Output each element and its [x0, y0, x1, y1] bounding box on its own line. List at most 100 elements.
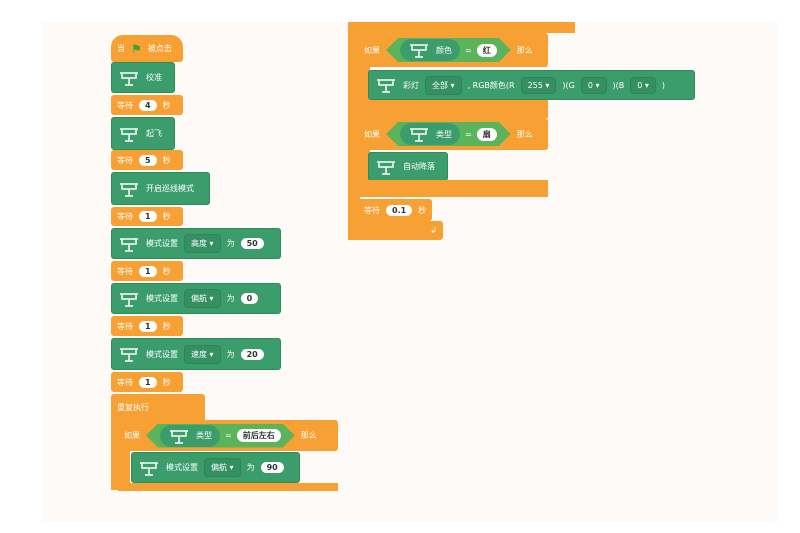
wait-input[interactable]: 1 — [139, 376, 157, 388]
drone-icon — [120, 127, 138, 142]
takeoff-block[interactable]: 起飞 — [111, 117, 175, 150]
block-label: 模式设置 — [146, 239, 178, 248]
g-label: )(G — [562, 80, 575, 90]
unit: 秒 — [162, 100, 171, 110]
mode-dropdown[interactable]: 偏航 ▾ — [184, 289, 221, 308]
wait-block[interactable]: 等待 1 秒 — [111, 261, 183, 281]
sensor-reporter[interactable]: 类型 — [160, 425, 220, 447]
condition[interactable]: 颜色 = 红 — [386, 38, 511, 62]
to-label: 为 — [226, 349, 235, 359]
sensor-label: 类型 — [196, 431, 212, 440]
block-label: 重复执行 — [117, 402, 149, 412]
wait-block[interactable]: 等待 1 秒 — [111, 207, 183, 226]
wait-block[interactable]: 等待 5 秒 — [111, 150, 183, 170]
led-rgb-block[interactable]: 彩灯 全部 ▾ , RGB颜色(R 255 ▾ )(G 0 ▾ )(B 0 ▾ … — [368, 70, 695, 100]
wait-block[interactable]: 等待 1 秒 — [111, 372, 183, 392]
then-label: 那么 — [516, 45, 533, 55]
mode-set-block[interactable]: 模式设置 速度 ▾ 为 20 — [111, 338, 281, 370]
sensor-reporter[interactable]: 颜色 — [400, 39, 460, 61]
mode-set-block[interactable]: 模式设置 偏航 ▾ 为 90 — [131, 452, 300, 483]
loop-top — [348, 22, 575, 33]
dropdown-value: 速度 — [191, 349, 207, 359]
b-dropdown[interactable]: 0 ▾ — [630, 76, 656, 94]
value-input[interactable]: 前后左右 — [237, 429, 281, 442]
wait-block[interactable]: 等待 0.1 秒 — [358, 199, 432, 221]
if-label: 如果 — [364, 45, 380, 55]
if-label: 如果 — [124, 431, 140, 440]
b-label: )(B — [612, 80, 625, 90]
to-label: 为 — [226, 294, 235, 303]
equals: = — [465, 129, 472, 139]
wait-input[interactable]: 5 — [139, 154, 157, 166]
forever-block[interactable]: 重复执行 — [111, 394, 205, 420]
if-block[interactable]: 如果 类型 = 扇 那么 — [358, 118, 548, 150]
green-flag-icon: ⚑ — [131, 41, 142, 56]
wait-input[interactable]: 1 — [139, 320, 157, 332]
drone-icon — [120, 237, 138, 252]
g-dropdown[interactable]: 0 ▾ — [580, 76, 607, 94]
hat-label-2: 被点击 — [147, 44, 172, 53]
label: 等待 — [117, 377, 133, 387]
drone-icon — [120, 292, 138, 307]
unit: 秒 — [418, 205, 427, 215]
when-flag-clicked-block[interactable]: 当 ⚑ 被点击 — [111, 35, 183, 62]
if-bottom — [358, 100, 548, 118]
led-dropdown[interactable]: 全部 ▾ — [425, 75, 462, 95]
value-input[interactable]: 50 — [240, 238, 264, 249]
label: 等待 — [117, 212, 133, 221]
auto-land-block[interactable]: 自动降落 — [368, 152, 448, 181]
mode-dropdown[interactable]: 高度 ▾ — [184, 234, 221, 253]
value-input[interactable]: 红 — [477, 44, 497, 57]
then-label: 那么 — [300, 431, 317, 440]
mode-set-block[interactable]: 模式设置 高度 ▾ 为 50 — [111, 228, 281, 259]
sensor-reporter[interactable]: 类型 — [400, 123, 460, 145]
dropdown-value: 高度 — [191, 239, 207, 248]
value-input[interactable]: 90 — [260, 462, 284, 473]
r-dropdown[interactable]: 255 ▾ — [520, 76, 557, 94]
mode-dropdown[interactable]: 速度 ▾ — [184, 344, 221, 364]
block-label: 模式设置 — [146, 294, 178, 303]
mode-set-block[interactable]: 模式设置 偏航 ▾ 为 0 — [111, 283, 281, 314]
equals: = — [225, 431, 232, 440]
dropdown-value: 全部 — [432, 80, 448, 90]
block-label: 起飞 — [146, 129, 162, 138]
condition[interactable]: 类型 = 扇 — [386, 122, 511, 146]
block-label: 自动降落 — [403, 162, 435, 171]
drone-icon — [408, 126, 430, 142]
unit: 秒 — [162, 155, 171, 165]
wait-block[interactable]: 等待 4 秒 — [111, 95, 183, 115]
if-block[interactable]: 如果 颜色 = 红 那么 — [358, 33, 548, 67]
equals: = — [465, 45, 472, 55]
value-input[interactable]: 20 — [240, 348, 264, 360]
block-label: 模式设置 — [146, 349, 178, 359]
mode-dropdown[interactable]: 偏航 ▾ — [204, 458, 241, 477]
rgb-label: , RGB颜色(R — [467, 80, 515, 90]
unit: 秒 — [162, 321, 171, 331]
label: 等待 — [364, 205, 380, 215]
if-arm — [118, 450, 130, 486]
close-paren: ) — [661, 80, 666, 90]
dropdown-value: 偏航 — [211, 463, 227, 472]
label: 等待 — [117, 155, 133, 165]
if-block[interactable]: 如果 类型 = 前后左右 那么 — [118, 420, 338, 451]
wait-input[interactable]: 4 — [139, 99, 157, 111]
value-input[interactable]: 0 — [240, 293, 259, 304]
value-input[interactable]: 扇 — [477, 128, 497, 141]
calibrate-block[interactable]: 校准 — [111, 62, 175, 93]
drone-icon — [140, 461, 158, 476]
drone-icon — [377, 160, 395, 175]
wait-block[interactable]: 等待 1 秒 — [111, 316, 183, 336]
block-label: 模式设置 — [166, 463, 198, 472]
condition[interactable]: 类型 = 前后左右 — [146, 424, 295, 448]
then-label: 那么 — [516, 129, 533, 139]
if-label: 如果 — [364, 129, 380, 139]
unit: 秒 — [162, 377, 171, 387]
block-label: 开启巡线模式 — [146, 184, 194, 193]
line-mode-block[interactable]: 开启巡线模式 — [111, 172, 210, 205]
wait-input[interactable]: 0.1 — [386, 204, 413, 216]
drone-icon — [120, 182, 138, 197]
wait-input[interactable]: 1 — [139, 211, 157, 222]
to-label: 为 — [226, 239, 235, 248]
wait-input[interactable]: 1 — [139, 265, 157, 277]
unit: 秒 — [162, 212, 171, 221]
